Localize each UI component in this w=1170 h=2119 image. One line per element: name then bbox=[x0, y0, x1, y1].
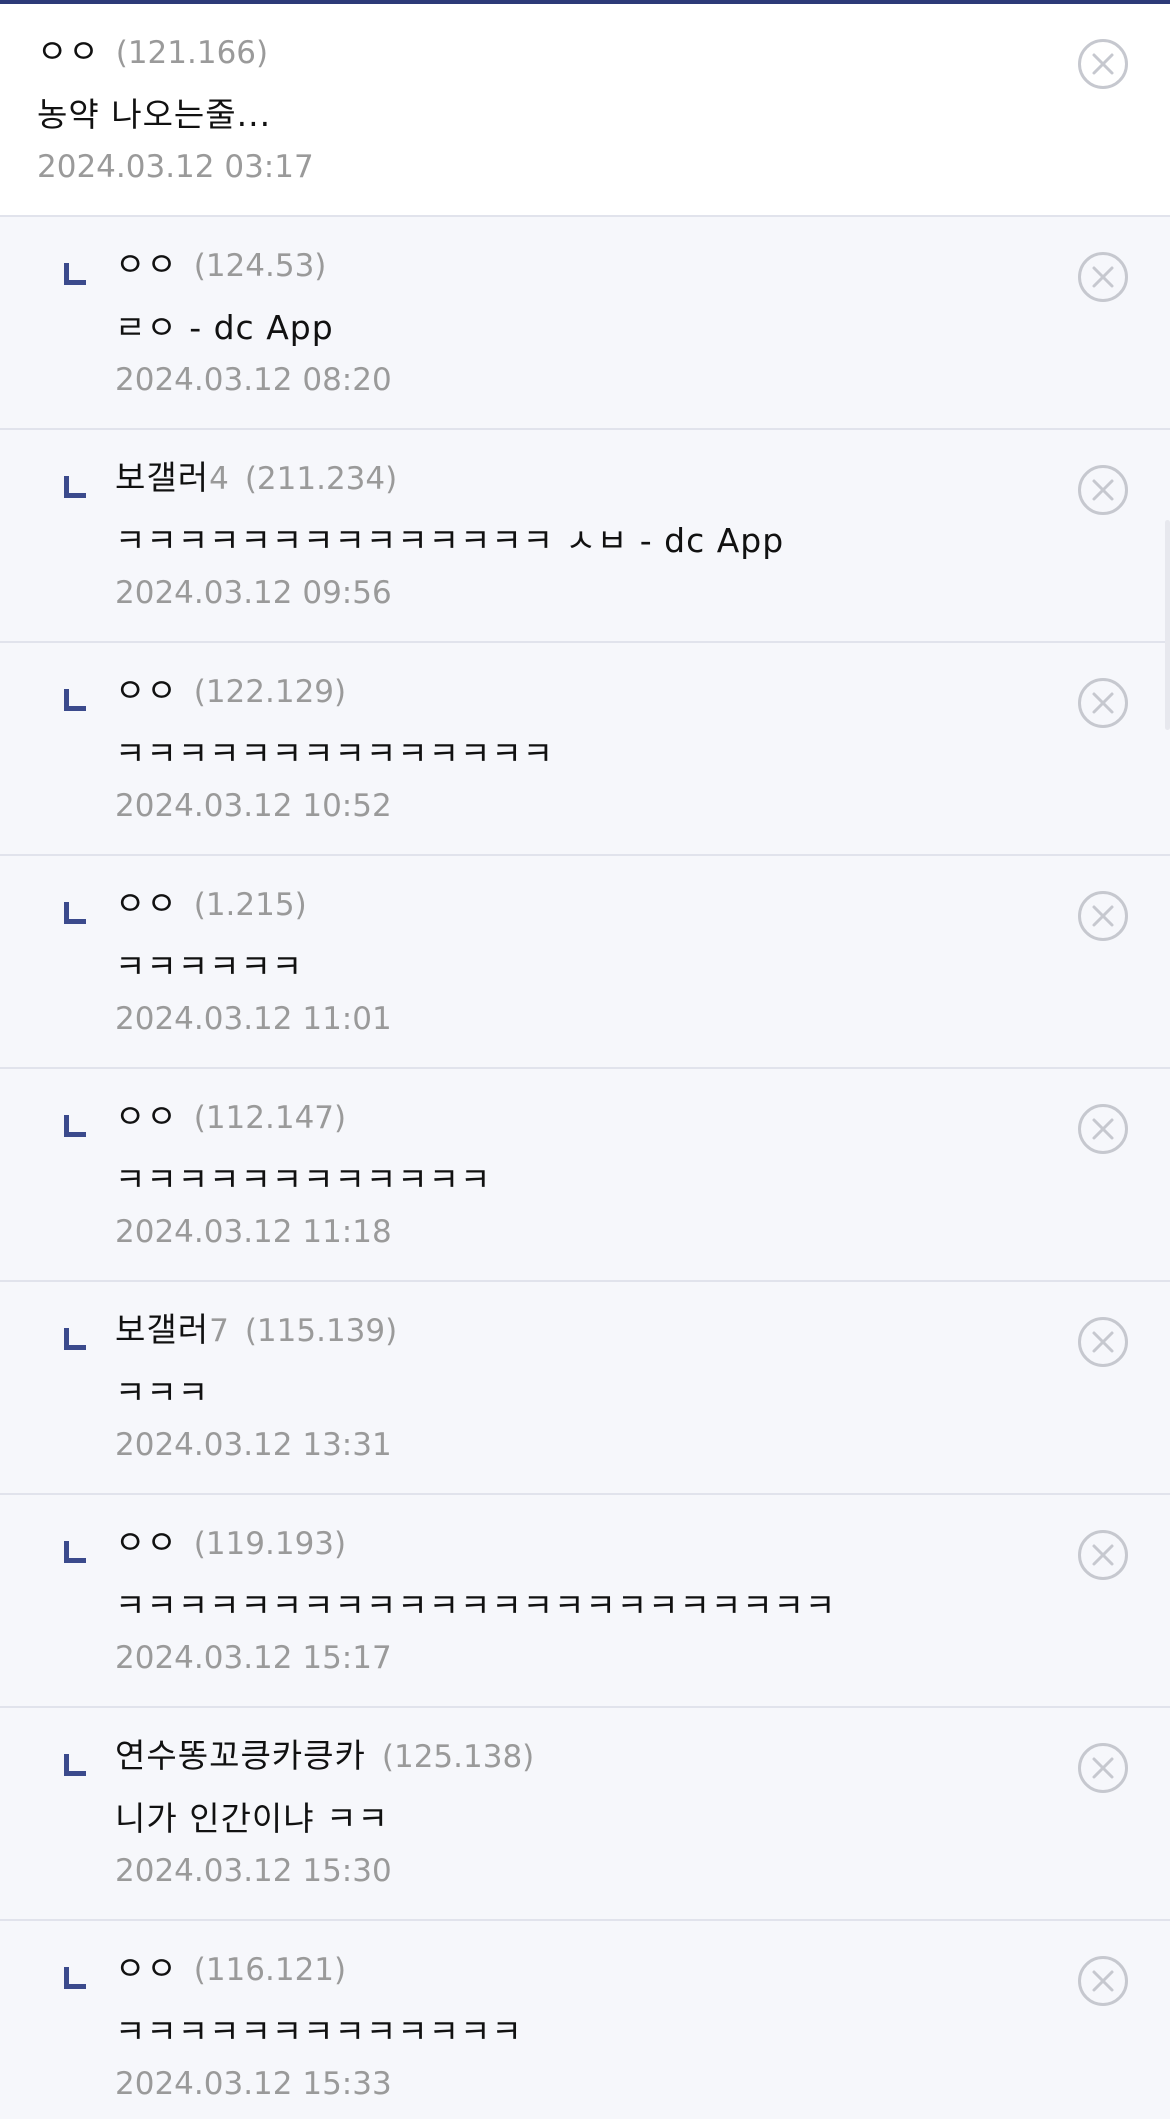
reply-text: 니가 인간이냐 ㅋㅋ bbox=[115, 1799, 389, 1838]
reply-nickname[interactable]: ㅇㅇ bbox=[115, 241, 178, 289]
reply-item: 연수똥꼬킁카킁카 (125.138) 니가 인간이냐 ㅋㅋ 2024.03.12… bbox=[0, 1708, 1170, 1921]
reply-nickname-suffix: 4 bbox=[209, 461, 229, 497]
reply-text: ㄹㅇ - dc App bbox=[115, 308, 334, 347]
reply-nickname[interactable]: ㅇㅇ bbox=[115, 1945, 178, 1993]
reply-item: ㅇㅇ (112.147) ㅋㅋㅋㅋㅋㅋㅋㅋㅋㅋㅋㅋ 2024.03.12 11:… bbox=[0, 1069, 1170, 1282]
reply-meta: 보갤러 4 (211.234) bbox=[115, 454, 1050, 502]
close-icon bbox=[1092, 1331, 1114, 1353]
close-icon bbox=[1092, 905, 1114, 927]
reply-date: 2024.03.12 11:01 bbox=[115, 1001, 392, 1037]
reply-ip: (122.129) bbox=[193, 674, 347, 710]
reply-item: ㅇㅇ (119.193) ㅋㅋㅋㅋㅋㅋㅋㅋㅋㅋㅋㅋㅋㅋㅋㅋㅋㅋㅋㅋㅋㅋㅋ 202… bbox=[0, 1495, 1170, 1708]
reply-date: 2024.03.12 15:17 bbox=[115, 1640, 392, 1676]
comment-meta: ㅇㅇ (121.166) bbox=[37, 28, 1050, 76]
reply-text: ㅋㅋㅋㅋㅋㅋㅋㅋㅋㅋㅋㅋㅋㅋㅋㅋㅋㅋㅋㅋㅋㅋㅋ bbox=[115, 1586, 837, 1625]
reply-text: ㅋㅋㅋ bbox=[115, 1373, 210, 1412]
reply-text: ㅋㅋㅋㅋㅋㅋ bbox=[115, 947, 304, 986]
reply-meta: ㅇㅇ (122.129) bbox=[115, 667, 1050, 715]
reply-meta: 연수똥꼬킁카킁카 (125.138) bbox=[115, 1732, 1050, 1780]
reply-nickname[interactable]: 보갤러 bbox=[115, 1306, 209, 1354]
reply-item: 보갤러 4 (211.234) ㅋㅋㅋㅋㅋㅋㅋㅋㅋㅋㅋㅋㅋㅋ ㅅㅂ - dc A… bbox=[0, 430, 1170, 643]
reply-ip: (119.193) bbox=[193, 1526, 347, 1562]
reply-icon bbox=[64, 1328, 86, 1350]
reply-ip: (116.121) bbox=[193, 1952, 347, 1988]
comment-nickname[interactable]: ㅇㅇ bbox=[37, 28, 100, 76]
reply-icon bbox=[64, 476, 86, 498]
delete-reply-button[interactable] bbox=[1078, 1956, 1128, 2006]
reply-date: 2024.03.12 13:31 bbox=[115, 1427, 392, 1463]
comment-date: 2024.03.12 03:17 bbox=[37, 149, 314, 185]
reply-item: ㅇㅇ (1.215) ㅋㅋㅋㅋㅋㅋ 2024.03.12 11:01 bbox=[0, 856, 1170, 1069]
comment-list-page: ㅇㅇ (121.166) 농약 나오는줄... 2024.03.12 03:17… bbox=[0, 0, 1170, 2119]
reply-meta: 보갤러 7 (115.139) bbox=[115, 1306, 1050, 1354]
reply-nickname-suffix: 7 bbox=[209, 1313, 229, 1349]
reply-text: ㅋㅋㅋㅋㅋㅋㅋㅋㅋㅋㅋㅋ bbox=[115, 1160, 492, 1199]
reply-ip: (115.139) bbox=[244, 1313, 398, 1349]
reply-item: ㅇㅇ (124.53) ㄹㅇ - dc App 2024.03.12 08:20 bbox=[0, 217, 1170, 430]
reply-nickname[interactable]: 보갤러 bbox=[115, 454, 209, 502]
reply-nickname[interactable]: ㅇㅇ bbox=[115, 667, 178, 715]
reply-icon bbox=[64, 1115, 86, 1137]
reply-item: 보갤러 7 (115.139) ㅋㅋㅋ 2024.03.12 13:31 bbox=[0, 1282, 1170, 1495]
reply-ip: (124.53) bbox=[193, 248, 327, 284]
reply-nickname[interactable]: ㅇㅇ bbox=[115, 1093, 178, 1141]
reply-icon bbox=[64, 689, 86, 711]
reply-meta: ㅇㅇ (1.215) bbox=[115, 880, 1050, 928]
delete-reply-button[interactable] bbox=[1078, 465, 1128, 515]
reply-ip: (1.215) bbox=[193, 887, 307, 923]
scrollbar[interactable] bbox=[1165, 520, 1170, 730]
delete-reply-button[interactable] bbox=[1078, 1104, 1128, 1154]
close-icon bbox=[1092, 1118, 1114, 1140]
close-icon bbox=[1092, 1544, 1114, 1566]
reply-item: ㅇㅇ (122.129) ㅋㅋㅋㅋㅋㅋㅋㅋㅋㅋㅋㅋㅋㅋ 2024.03.12 1… bbox=[0, 643, 1170, 856]
reply-meta: ㅇㅇ (119.193) bbox=[115, 1519, 1050, 1567]
reply-text: ㅋㅋㅋㅋㅋㅋㅋㅋㅋㅋㅋㅋㅋㅋ ㅅㅂ - dc App bbox=[115, 521, 785, 560]
reply-icon bbox=[64, 1541, 86, 1563]
reply-text: ㅋㅋㅋㅋㅋㅋㅋㅋㅋㅋㅋㅋㅋ bbox=[115, 2012, 523, 2051]
close-icon bbox=[1092, 692, 1114, 714]
delete-reply-button[interactable] bbox=[1078, 252, 1128, 302]
delete-reply-button[interactable] bbox=[1078, 1530, 1128, 1580]
reply-icon bbox=[64, 1967, 86, 1989]
comment-item: ㅇㅇ (121.166) 농약 나오는줄... 2024.03.12 03:17 bbox=[0, 4, 1170, 217]
comment-text: 농약 나오는줄... bbox=[37, 95, 272, 134]
reply-item: ㅇㅇ (116.121) ㅋㅋㅋㅋㅋㅋㅋㅋㅋㅋㅋㅋㅋ 2024.03.12 15… bbox=[0, 1921, 1170, 2119]
close-icon bbox=[1092, 266, 1114, 288]
reply-date: 2024.03.12 09:56 bbox=[115, 575, 392, 611]
reply-date: 2024.03.12 08:20 bbox=[115, 362, 392, 398]
delete-reply-button[interactable] bbox=[1078, 678, 1128, 728]
reply-nickname[interactable]: ㅇㅇ bbox=[115, 880, 178, 928]
delete-reply-button[interactable] bbox=[1078, 891, 1128, 941]
reply-ip: (125.138) bbox=[381, 1739, 535, 1775]
reply-nickname[interactable]: ㅇㅇ bbox=[115, 1519, 178, 1567]
reply-icon bbox=[64, 1754, 86, 1776]
reply-meta: ㅇㅇ (112.147) bbox=[115, 1093, 1050, 1141]
reply-nickname[interactable]: 연수똥꼬킁카킁카 bbox=[115, 1732, 366, 1780]
comment-ip: (121.166) bbox=[115, 35, 269, 71]
reply-date: 2024.03.12 10:52 bbox=[115, 788, 392, 824]
delete-reply-button[interactable] bbox=[1078, 1743, 1128, 1793]
reply-meta: ㅇㅇ (124.53) bbox=[115, 241, 1050, 289]
close-icon bbox=[1092, 53, 1114, 75]
reply-meta: ㅇㅇ (116.121) bbox=[115, 1945, 1050, 1993]
close-icon bbox=[1092, 479, 1114, 501]
reply-date: 2024.03.12 15:30 bbox=[115, 1853, 392, 1889]
delete-reply-button[interactable] bbox=[1078, 1317, 1128, 1367]
reply-ip: (112.147) bbox=[193, 1100, 347, 1136]
delete-comment-button[interactable] bbox=[1078, 39, 1128, 89]
close-icon bbox=[1092, 1757, 1114, 1779]
reply-ip: (211.234) bbox=[244, 461, 398, 497]
reply-icon bbox=[64, 902, 86, 924]
reply-text: ㅋㅋㅋㅋㅋㅋㅋㅋㅋㅋㅋㅋㅋㅋ bbox=[115, 734, 555, 773]
reply-date: 2024.03.12 15:33 bbox=[115, 2066, 392, 2102]
reply-date: 2024.03.12 11:18 bbox=[115, 1214, 392, 1250]
close-icon bbox=[1092, 1970, 1114, 1992]
reply-icon bbox=[64, 263, 86, 285]
